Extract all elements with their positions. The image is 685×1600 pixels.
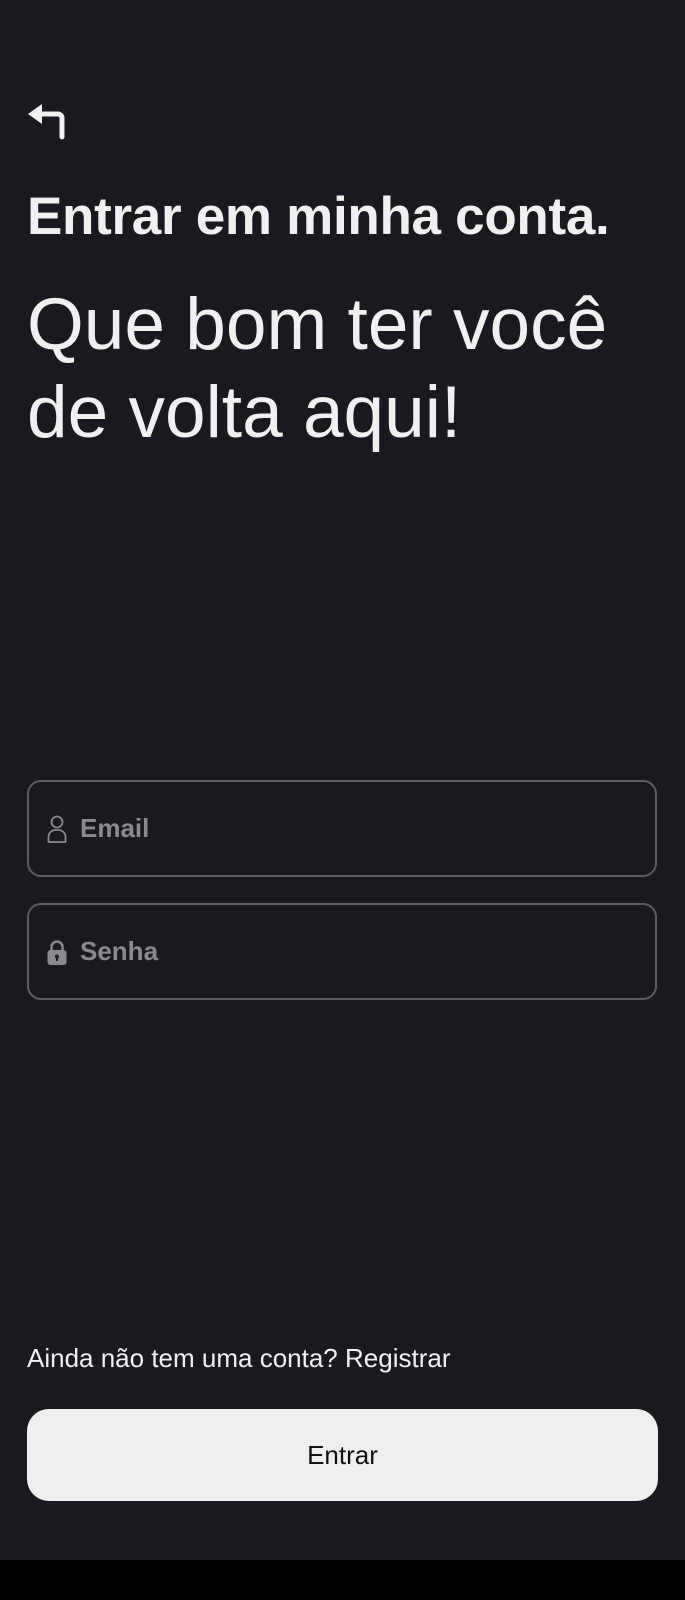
password-input[interactable] [80, 931, 655, 972]
welcome-message: Que bom ter você de volta aqui! [27, 284, 608, 453]
lock-icon [47, 938, 67, 966]
back-arrow-icon [26, 100, 66, 140]
user-icon [47, 815, 67, 843]
password-field[interactable] [27, 903, 657, 1000]
register-prompt-text: Ainda não tem uma conta? [27, 1343, 338, 1373]
back-button[interactable] [26, 100, 70, 144]
email-input[interactable] [80, 808, 655, 849]
page-title: Entrar em minha conta. [27, 187, 610, 246]
register-prompt: Ainda não tem uma conta? Registrar [27, 1343, 450, 1374]
email-field[interactable] [27, 780, 657, 877]
register-link[interactable]: Registrar [345, 1343, 450, 1373]
login-button[interactable]: Entrar [27, 1409, 658, 1501]
login-screen: Entrar em minha conta. Que bom ter você … [0, 0, 685, 1560]
